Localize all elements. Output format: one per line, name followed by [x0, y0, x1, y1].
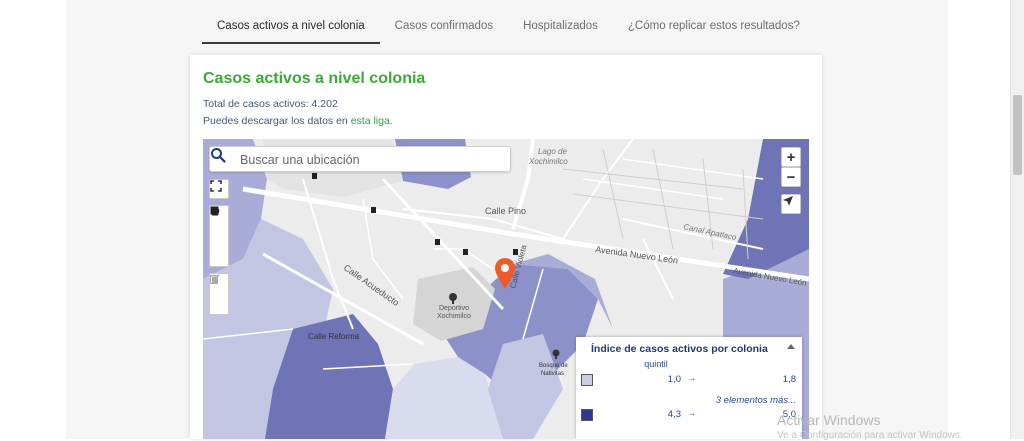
total-active-cases: Total de casos activos: 4.202	[203, 98, 338, 110]
label-calle-pino: Calle Pino	[485, 206, 526, 216]
download-prefix: Puedes descargar los datos en	[203, 115, 351, 127]
legend-row-low: 4,3	[667, 409, 681, 420]
page-scrollbar[interactable]	[1010, 0, 1024, 439]
edit-tools	[209, 273, 229, 315]
download-suffix: .	[389, 115, 393, 127]
fullscreen-icon	[210, 180, 222, 192]
windows-activation-subtitle: Ve a Configuración para activar Windows.	[777, 430, 963, 441]
bus-stop-icon	[513, 249, 518, 255]
arrow-right-icon: →	[687, 408, 697, 419]
legend-title: Índice de casos activos por colonia	[591, 343, 768, 355]
legend-row-lowest: 1,0 → 1,8	[581, 373, 796, 387]
bus-stop-icon	[463, 249, 468, 255]
legend-subtitle: quintil	[644, 359, 668, 369]
delete-layers-button[interactable]	[210, 275, 228, 314]
collapse-legend-caret-icon[interactable]	[787, 344, 795, 349]
choropleth-map[interactable]: Lago de Xochimilco Calle Pino Avenida Nu…	[203, 139, 809, 439]
label-deportivo: Deportivo	[439, 305, 469, 312]
tab-bar: Casos activos a nivel colonia Casos conf…	[202, 0, 815, 44]
draw-tools	[209, 205, 229, 267]
zoom-out-button[interactable]: −	[781, 167, 801, 187]
search-icon	[211, 148, 226, 163]
arrow-right-icon: →	[687, 373, 697, 384]
label-bosque: Bosque de	[539, 363, 568, 369]
label-reforma: Calle Reforma	[308, 332, 360, 341]
zoom-in-button[interactable]: +	[781, 147, 801, 167]
locate-arrow-icon	[783, 196, 793, 206]
bus-stop-icon	[312, 173, 317, 179]
active-cases-card: Casos activos a nivel colonia Total de c…	[190, 55, 822, 439]
legend-row-highest: 4,3 → 5,0	[581, 408, 796, 422]
draw-rectangle-button[interactable]	[210, 206, 228, 246]
legend-swatch-q5	[581, 409, 593, 421]
tab-how-to-replicate[interactable]: ¿Cómo replicar estos resultados?	[613, 0, 815, 44]
legend-row-low: 1,0	[667, 374, 681, 385]
label-deportivo-2: Xochimilco	[437, 313, 471, 320]
download-text: Puedes descargar los datos en esta liga.	[203, 115, 393, 127]
card-title: Casos activos a nivel colonia	[203, 70, 426, 87]
label-bosque-2: Nativitas	[541, 371, 564, 377]
bus-stop-icon	[371, 207, 376, 213]
circle-icon	[210, 206, 220, 216]
tab-hospitalized[interactable]: Hospitalizados	[508, 0, 613, 44]
bus-stop-icon	[435, 239, 440, 245]
search-input[interactable]	[240, 150, 505, 169]
tab-confirmed-cases[interactable]: Casos confirmados	[380, 0, 508, 44]
windows-activation-title: Activar Windows	[777, 412, 881, 428]
tab-active-cases[interactable]: Casos activos a nivel colonia	[202, 0, 380, 44]
locate-button[interactable]	[781, 194, 801, 214]
location-search[interactable]	[209, 146, 511, 172]
label-xochimilco-lake: Xochimilco	[528, 157, 568, 166]
fullscreen-button[interactable]	[209, 179, 229, 199]
scrollbar-thumb[interactable]	[1013, 95, 1022, 175]
legend-more-items[interactable]: 3 elementos más...	[576, 395, 796, 406]
map-legend: Índice de casos activos por colonia quin…	[576, 337, 802, 439]
page: Casos activos a nivel colonia Casos conf…	[0, 0, 1024, 441]
download-link[interactable]: esta liga	[351, 115, 390, 127]
label-lago: Lago de	[538, 147, 567, 156]
legend-row-high: 1,8	[782, 374, 796, 385]
draw-circle-button[interactable]	[210, 206, 228, 266]
trash-icon	[211, 275, 219, 284]
legend-swatch-q1	[581, 374, 593, 386]
